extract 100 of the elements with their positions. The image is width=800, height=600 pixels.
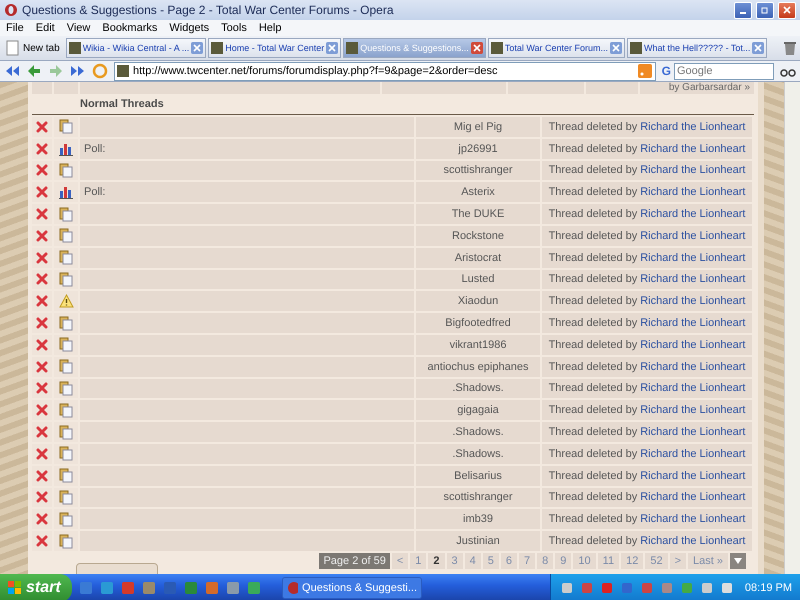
moderator-link[interactable]: Richard the Lionheart [640, 273, 746, 286]
browser-tab[interactable]: What the Hell????? - Tot... [627, 38, 768, 58]
new-tab-button[interactable]: New tab [2, 40, 64, 56]
author-cell: gigagaia [416, 400, 540, 420]
status-text: Thread deleted by [548, 360, 638, 373]
delete-icon[interactable] [36, 164, 48, 176]
quick-launch-icon[interactable] [246, 580, 262, 596]
delete-icon[interactable] [36, 208, 48, 220]
moderator-link[interactable]: Richard the Lionheart [640, 164, 746, 176]
delete-icon[interactable] [36, 470, 48, 482]
document-icon [59, 250, 73, 266]
search-field[interactable]: Google [674, 62, 774, 80]
delete-icon[interactable] [36, 404, 48, 416]
delete-icon[interactable] [36, 142, 48, 155]
browser-tab[interactable]: Wikia - Wikia Central - A ... [66, 38, 206, 58]
delete-icon[interactable] [36, 186, 48, 198]
moderator-link[interactable]: Richard the Lionheart [640, 317, 746, 330]
quick-launch-icon[interactable] [78, 580, 94, 596]
status-text: Thread deleted by [548, 208, 638, 220]
fast-forward-icon[interactable] [70, 63, 86, 79]
moderator-link[interactable]: Richard the Lionheart [640, 382, 746, 394]
delete-icon[interactable] [36, 295, 48, 308]
moderator-link[interactable]: Richard the Lionheart [640, 535, 746, 548]
moderator-link[interactable]: Richard the Lionheart [640, 142, 746, 155]
moderator-link[interactable]: Richard the Lionheart [640, 186, 746, 198]
moderator-link[interactable]: Richard the Lionheart [640, 252, 746, 264]
author-cell: The DUKE [416, 204, 540, 224]
browser-tab[interactable]: Total War Center Forum... [488, 38, 626, 58]
author-cell: Aristocrat [416, 248, 540, 268]
windows-logo-icon [8, 581, 22, 595]
status-text: Thread deleted by [548, 535, 638, 548]
delete-icon[interactable] [36, 448, 48, 460]
close-tab-icon[interactable] [752, 42, 764, 54]
taskbar-window-button[interactable]: Questions & Suggesti... [282, 577, 422, 599]
moderator-link[interactable]: Richard the Lionheart [640, 360, 746, 373]
quick-launch-icon[interactable] [204, 580, 220, 596]
menu-item[interactable]: Bookmarks [102, 22, 158, 34]
menu-item[interactable]: View [66, 22, 90, 34]
author-cell: Rockstone [416, 226, 540, 246]
browser-tab[interactable]: Home - Total War Center [208, 38, 342, 58]
menu-item[interactable]: Widgets [169, 22, 210, 34]
moderator-link[interactable]: Richard the Lionheart [640, 230, 746, 242]
close-tab-icon[interactable] [470, 42, 483, 54]
rewind-icon[interactable] [4, 63, 20, 79]
delete-icon[interactable] [36, 426, 48, 438]
start-button[interactable]: start [0, 574, 72, 600]
delete-icon[interactable] [36, 273, 48, 286]
moderator-link[interactable]: Richard the Lionheart [640, 448, 746, 460]
status-text: Thread deleted by [548, 317, 638, 330]
moderator-link[interactable]: Richard the Lionheart [640, 404, 746, 416]
moderator-link[interactable]: Richard the Lionheart [640, 491, 746, 504]
site-icon [490, 42, 503, 54]
close-tab-icon[interactable] [326, 42, 338, 54]
moderator-link[interactable]: Richard the Lionheart [640, 208, 746, 220]
moderator-link[interactable]: Richard the Lionheart [640, 338, 746, 351]
document-icon [59, 512, 73, 527]
delete-icon[interactable] [36, 535, 48, 548]
back-icon[interactable] [26, 63, 42, 79]
quick-launch-icon[interactable] [141, 580, 157, 596]
minimize-button[interactable] [734, 2, 752, 18]
quick-launch-icon[interactable] [225, 580, 241, 596]
close-button[interactable] [778, 2, 796, 18]
delete-icon[interactable] [36, 513, 48, 526]
delete-icon[interactable] [36, 491, 48, 504]
delete-icon[interactable] [36, 317, 48, 330]
author-cell: Justinian [416, 531, 540, 551]
menu-item[interactable]: Tools [221, 22, 247, 34]
moderator-link[interactable]: Richard the Lionheart [640, 470, 746, 482]
moderator-link[interactable]: Richard the Lionheart [640, 120, 746, 133]
page-link[interactable]: 2 [428, 552, 445, 569]
restore-button[interactable] [756, 2, 774, 18]
delete-icon[interactable] [36, 360, 48, 373]
menu-item[interactable]: Help [258, 22, 282, 34]
page-menu-icon[interactable] [730, 552, 746, 569]
trash-icon[interactable] [782, 40, 798, 56]
moderator-link[interactable]: Richard the Lionheart [640, 295, 746, 308]
moderator-link[interactable]: Richard the Lionheart [640, 426, 746, 438]
scrollbar[interactable] [784, 82, 800, 574]
close-tab-icon[interactable] [610, 42, 622, 54]
menu-item[interactable]: File [6, 22, 24, 34]
menu-item[interactable]: Edit [36, 22, 55, 34]
quick-launch-icon[interactable] [99, 580, 115, 596]
address-field[interactable]: http://www.twcenter.net/forums/forumdisplay.php?f=9&page=2&order=desc [114, 62, 656, 80]
reload-icon[interactable] [92, 63, 108, 79]
author-cell: vikrant1986 [416, 334, 540, 355]
delete-icon[interactable] [36, 382, 48, 394]
author-cell: Bigfootedfred [416, 313, 540, 333]
delete-icon[interactable] [36, 252, 48, 264]
author-cell: imb39 [416, 509, 540, 530]
rss-icon[interactable] [636, 63, 653, 79]
delete-icon[interactable] [36, 230, 48, 242]
author-cell: jp26991 [416, 138, 540, 159]
status-text: Thread deleted by [548, 252, 638, 264]
close-tab-icon[interactable] [191, 42, 204, 54]
author-cell: scottishranger [416, 488, 540, 508]
delete-icon[interactable] [36, 338, 48, 351]
moderator-link[interactable]: Richard the Lionheart [640, 513, 746, 526]
status-text: Thread deleted by [548, 120, 638, 133]
document-icon [59, 316, 73, 331]
delete-icon[interactable] [36, 120, 48, 133]
